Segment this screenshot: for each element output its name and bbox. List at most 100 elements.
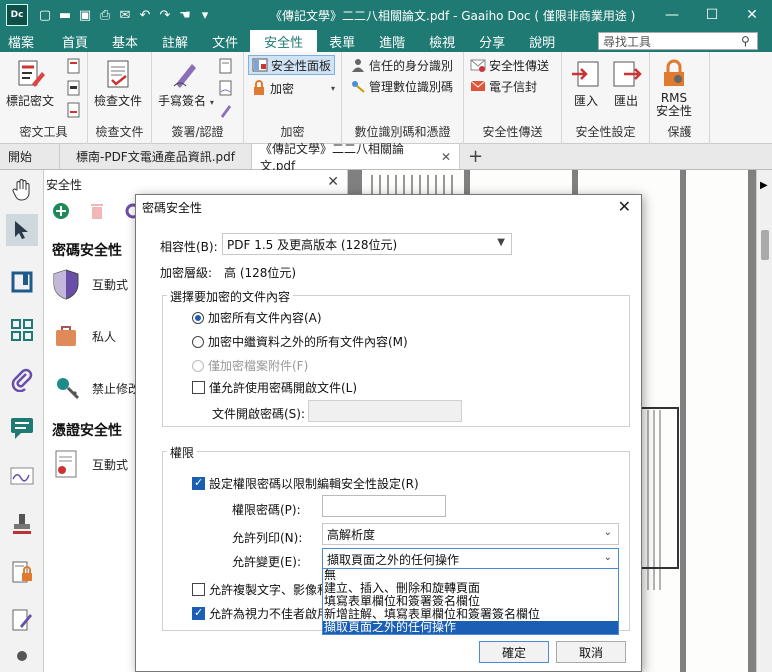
search-icon[interactable]: ⚲ (741, 34, 757, 48)
undo-icon[interactable]: ↶ (136, 6, 154, 24)
doc-tab-product-info[interactable]: 標南-PDF文電通產品資訊.pdf (60, 144, 252, 169)
comments-icon[interactable] (6, 412, 38, 444)
tab-file[interactable]: 檔案 (0, 30, 50, 52)
thumbnails-icon[interactable] (6, 314, 38, 346)
compat-value: PDF 1.5 及更高版本 (128位元) (227, 237, 398, 252)
stamp-icon[interactable] (6, 508, 38, 540)
bookmark-icon[interactable] (6, 266, 38, 298)
signature-icon[interactable] (6, 460, 38, 492)
tab-document[interactable]: 文件 (200, 30, 250, 52)
policy-interactive[interactable]: 互動式 (50, 268, 128, 300)
import-settings-button[interactable]: 匯入 (570, 58, 602, 109)
tab-comment[interactable]: 註解 (150, 30, 200, 52)
new-tab-icon[interactable]: + (460, 144, 491, 169)
check-open-password[interactable]: 僅允許使用密碼開啟文件(L) (192, 379, 357, 396)
new-file-icon[interactable]: ▢ (36, 6, 54, 24)
group-label-sign: 簽署/認證 (171, 125, 224, 139)
permission-password-input[interactable] (322, 495, 446, 517)
select-arrow-icon[interactable] (6, 214, 38, 246)
rms-security-button[interactable]: RMS 安全性 (656, 58, 692, 118)
compat-select[interactable]: PDF 1.5 及更高版本 (128位元) ▼ (222, 233, 512, 255)
vertical-scrollbar[interactable]: ▶ (756, 170, 772, 672)
hand-icon[interactable] (6, 174, 38, 206)
handwritten-signature-button[interactable]: 手寫簽名 ▾ (158, 58, 214, 109)
group-digital-id: 信任的身分識別 管理數位識別碼 數位識別碼和憑證 (342, 52, 464, 144)
check-allow-copy[interactable]: 允許複製文字、影像和 (192, 581, 329, 598)
app-logo[interactable]: Dc (6, 4, 28, 26)
redaction-properties-icon[interactable] (66, 102, 82, 118)
security-lock-doc-icon[interactable] (6, 556, 38, 588)
scroll-thumb[interactable] (761, 230, 769, 260)
security-panel-button[interactable]: 安全性面板 (248, 55, 336, 75)
tab-home[interactable]: 首頁 (50, 30, 100, 52)
dropdown-option[interactable]: 填寫表單欄位和簽署簽名欄位 (323, 595, 618, 608)
allow-change-dropdown-list: 無 建立、插入、刪除和旋轉頁面 填寫表單欄位和簽署簽名欄位 新增註解、填寫表單欄… (322, 568, 619, 635)
policy-private[interactable]: 私人 (50, 320, 116, 352)
tab-share[interactable]: 分享 (467, 30, 517, 52)
open-password-input[interactable] (308, 400, 462, 422)
customize-qat-icon[interactable]: ▾ (196, 6, 214, 24)
chevron-down-icon: ▾ (331, 83, 336, 93)
trusted-identities-label: 信任的身分識別 (369, 58, 454, 73)
attachment-icon[interactable] (6, 364, 38, 396)
tab-help[interactable]: 說明 (517, 30, 567, 52)
save-icon[interactable]: ▣ (76, 6, 94, 24)
dropdown-option[interactable]: 無 (323, 569, 618, 582)
redo-icon[interactable]: ↷ (156, 6, 174, 24)
doc-tab-start[interactable]: 開始 (0, 144, 60, 169)
group-label-protect: 保護 (667, 125, 692, 139)
tab-form[interactable]: 表單 (317, 30, 367, 52)
certify-icon[interactable] (218, 80, 234, 96)
quick-access-toolbar: ▢ ▬ ▣ ⎙ ✉ ↶ ↷ ☚ ▾ (36, 6, 214, 24)
window-controls: — ☐ ✕ (652, 0, 772, 30)
tab-security[interactable]: 安全性 (250, 30, 318, 52)
policy-cert-interactive[interactable]: 互動式 (50, 448, 128, 480)
allow-change-select[interactable]: 擷取頁面之外的任何操作 ⌄ (322, 548, 619, 570)
delete-policy-icon[interactable] (88, 202, 106, 220)
radio-encrypt-all[interactable]: 加密所有文件內容(A) (192, 309, 322, 326)
dialog-close-icon[interactable]: ✕ (618, 197, 631, 216)
ok-button[interactable]: 確定 (479, 641, 549, 663)
manage-digital-ids-button[interactable]: 管理數位識別碼 (350, 76, 453, 96)
trusted-identities-button[interactable]: 信任的身分識別 (350, 55, 453, 75)
minimize-icon[interactable]: — (652, 0, 692, 30)
print-icon[interactable]: ⎙ (96, 6, 114, 24)
chevron-down-icon: ▼ (497, 237, 505, 248)
tool-search-box[interactable]: 尋找工具 ⚲ (598, 32, 758, 50)
export-settings-button[interactable]: 匯出 (610, 58, 642, 109)
add-policy-icon[interactable] (52, 202, 70, 220)
user-icon[interactable] (6, 644, 38, 672)
validate-signature-icon[interactable] (218, 102, 234, 118)
cancel-button[interactable]: 取消 (556, 641, 626, 663)
allow-print-select[interactable]: 高解析度 ⌄ (322, 523, 619, 545)
close-tab-icon[interactable]: ✕ (441, 150, 451, 164)
maximize-icon[interactable]: ☐ (692, 0, 732, 30)
tab-advanced[interactable]: 進階 (367, 30, 417, 52)
doc-tab-biography[interactable]: 《傳記文學》二二八相關論文.pdf ✕ (252, 142, 460, 173)
dropdown-option[interactable]: 建立、插入、刪除和旋轉頁面 (323, 582, 618, 595)
open-folder-icon[interactable]: ▬ (56, 6, 74, 24)
scroll-right-arrow-icon[interactable]: ▶ (760, 180, 768, 191)
redaction-search-icon[interactable] (66, 58, 82, 74)
policy-no-modify[interactable]: 禁止修改 (50, 372, 140, 404)
close-window-icon[interactable]: ✕ (732, 0, 772, 30)
panel-close-icon[interactable]: ✕ (327, 174, 339, 190)
mark-redaction-button[interactable]: 標記密文 (6, 58, 54, 109)
check-allow-accessibility[interactable]: 允許為視力不佳者啟用 (192, 605, 329, 622)
tab-basic[interactable]: 基本 (100, 30, 150, 52)
dropdown-option-selected[interactable]: 擷取頁面之外的任何操作 (323, 621, 618, 634)
digital-envelope-button[interactable]: 電子信封 (470, 76, 537, 96)
secure-send-button[interactable]: 安全性傳送 (470, 55, 549, 75)
hand-tool-icon[interactable]: ☚ (176, 6, 194, 24)
email-icon[interactable]: ✉ (116, 6, 134, 24)
tab-view[interactable]: 檢視 (417, 30, 467, 52)
check-permission-password[interactable]: 設定權限密碼以限制編輯安全性設定(R) (192, 475, 419, 492)
check-document-button[interactable]: 檢查文件 (94, 58, 142, 109)
sign-document-icon[interactable] (218, 58, 234, 74)
apply-redaction-icon[interactable] (66, 80, 82, 96)
radio-encrypt-except-metadata[interactable]: 加密中繼資料之外的所有文件內容(M) (192, 333, 408, 350)
encrypt-button[interactable]: 加密 ▾ (251, 78, 335, 98)
edit-document-icon[interactable] (6, 604, 38, 636)
dropdown-option[interactable]: 新增註解、填寫表單欄位和簽署簽名欄位 (323, 608, 618, 621)
radio-encrypt-attachments[interactable]: 僅加密檔案附件(F) (192, 357, 308, 374)
